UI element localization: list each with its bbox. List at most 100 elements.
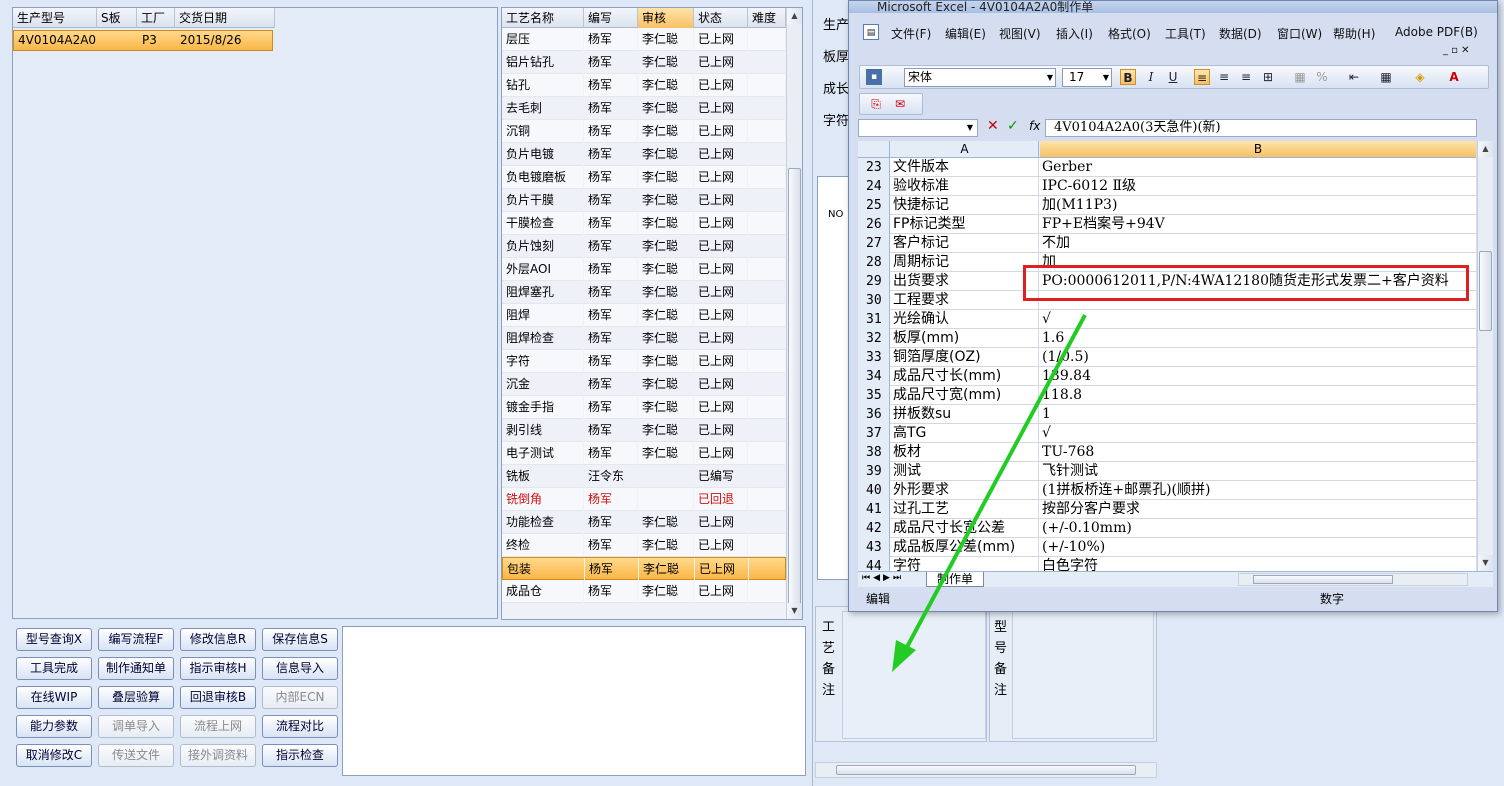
table-row[interactable]: 负电镀磨板 杨军 李仁聪 已上网 xyxy=(502,166,786,189)
table-row[interactable]: 成品仓 杨军 李仁聪 已上网 xyxy=(502,580,786,603)
row-number[interactable]: 26 xyxy=(858,215,890,234)
action-button[interactable]: 内部ECN xyxy=(262,686,338,709)
table-row[interactable]: 24 验收标准 IPC-6012 Ⅱ级 xyxy=(858,177,1476,196)
cell-b[interactable]: 按部分客户要求 xyxy=(1040,500,1476,519)
cell-a[interactable]: FP标记类型 xyxy=(891,215,1039,234)
thumb[interactable] xyxy=(1253,575,1393,584)
restore-icon[interactable]: _ ▫ ✕ xyxy=(1443,45,1470,56)
menu-adobe-pdf[interactable]: Adobe PDF(B) xyxy=(1395,25,1478,39)
align-right-icon[interactable]: ≡ xyxy=(1238,69,1254,85)
align-left-icon[interactable]: ≡ xyxy=(1194,69,1210,85)
row-number[interactable]: 29 xyxy=(858,272,890,291)
table-row[interactable]: 阻焊塞孔 杨军 李仁聪 已上网 xyxy=(502,281,786,304)
action-button[interactable]: 取消修改C xyxy=(16,744,92,767)
currency-icon[interactable]: ▦ xyxy=(1292,69,1308,85)
excel-hscroll[interactable] xyxy=(1238,573,1468,586)
col-process-name[interactable]: 工艺名称 xyxy=(502,8,584,28)
table-row[interactable]: 26 FP标记类型 FP+E档案号+94V xyxy=(858,215,1476,234)
cell-b[interactable]: TU-768 xyxy=(1040,443,1476,462)
row-number[interactable]: 25 xyxy=(858,196,890,215)
table-row[interactable]: 镀金手指 杨军 李仁聪 已上网 xyxy=(502,396,786,419)
fill-color-icon[interactable]: ◈ xyxy=(1412,69,1428,85)
align-center-icon[interactable]: ≡ xyxy=(1216,69,1232,85)
process-scrollbar[interactable]: ▲ ▼ xyxy=(786,8,802,619)
menu-tools[interactable]: 工具(T) xyxy=(1165,25,1206,42)
col-reviewer[interactable]: 审核 xyxy=(638,8,694,28)
font-color-icon[interactable]: A xyxy=(1446,69,1462,85)
cancel-icon[interactable]: ✕ xyxy=(987,118,999,134)
action-button[interactable]: 指示审核H xyxy=(180,657,256,680)
table-row[interactable]: 功能检查 杨军 李仁聪 已上网 xyxy=(502,511,786,534)
excel-doc-icon[interactable]: ▤ xyxy=(863,24,879,40)
confirm-icon[interactable]: ✓ xyxy=(1007,118,1019,134)
cell-b[interactable]: 1.6 xyxy=(1040,329,1476,348)
col-s-board[interactable]: S板 xyxy=(97,8,137,28)
cell-b[interactable]: √ xyxy=(1040,424,1476,443)
italic-icon[interactable]: I xyxy=(1143,69,1159,85)
cell-a[interactable]: 快捷标记 xyxy=(891,196,1039,215)
excel-title-bar[interactable]: Microsoft Excel - 4V0104A2A0制作单 xyxy=(849,1,1497,13)
table-row[interactable]: 外层AOI 杨军 李仁聪 已上网 xyxy=(502,258,786,281)
right-hscroll[interactable] xyxy=(815,762,1157,778)
action-button[interactable]: 型号查询X xyxy=(16,628,92,651)
row-number[interactable]: 24 xyxy=(858,177,890,196)
menu-view[interactable]: 视图(V) xyxy=(999,25,1041,42)
table-row[interactable]: 负片电镀 杨军 李仁聪 已上网 xyxy=(502,143,786,166)
table-row[interactable]: 包装 杨军 李仁聪 已上网 xyxy=(502,557,787,581)
action-button[interactable]: 编写流程F xyxy=(98,628,174,651)
table-row[interactable]: 27 客户标记 不加 xyxy=(858,234,1476,253)
action-button[interactable]: 指示检查 xyxy=(262,744,338,767)
menu-insert[interactable]: 插入(I) xyxy=(1056,25,1093,42)
bold-icon[interactable]: B xyxy=(1120,69,1136,85)
table-row[interactable]: 阻焊检查 杨军 李仁聪 已上网 xyxy=(502,327,786,350)
action-button[interactable]: 流程对比 xyxy=(262,715,338,738)
cell-b[interactable]: (1拼板桥连+邮票孔)(顺拼) xyxy=(1040,481,1476,500)
font-size-select[interactable]: 17 ▼ xyxy=(1062,68,1112,87)
column-a-header[interactable]: A xyxy=(891,141,1039,157)
cell-b[interactable]: 白色字符 xyxy=(1040,557,1476,571)
table-row[interactable]: 剥引线 杨军 李仁聪 已上网 xyxy=(502,419,786,442)
borders-icon[interactable]: ▦ xyxy=(1378,69,1394,85)
excel-vscroll[interactable]: ▲ ▼ xyxy=(1477,141,1493,571)
col-difficulty[interactable]: 难度 xyxy=(748,8,786,28)
table-row[interactable]: 阻焊 杨军 李仁聪 已上网 xyxy=(502,304,786,327)
cell-b[interactable]: FP+E档案号+94V xyxy=(1040,215,1476,234)
cell-b[interactable]: 不加 xyxy=(1040,234,1476,253)
action-button[interactable]: 接外调资料 xyxy=(180,744,256,767)
underline-icon[interactable]: U xyxy=(1165,69,1181,85)
pdf-mail-icon[interactable]: ✉ xyxy=(892,96,908,112)
col-status[interactable]: 状态 xyxy=(694,8,748,28)
table-row[interactable]: 4V0104A2A0 P3 2015/8/26 xyxy=(13,30,273,51)
table-row[interactable]: 字符 杨军 李仁聪 已上网 xyxy=(502,350,786,373)
function-icon[interactable]: fx xyxy=(1029,119,1040,133)
menu-help[interactable]: 帮助(H) xyxy=(1333,25,1375,42)
menu-window[interactable]: 窗口(W) xyxy=(1277,25,1322,42)
menu-data[interactable]: 数据(D) xyxy=(1219,25,1262,42)
scroll-up-icon[interactable]: ▲ xyxy=(1478,141,1493,157)
action-button[interactable]: 能力参数 xyxy=(16,715,92,738)
col-writer[interactable]: 编写 xyxy=(584,8,638,28)
table-row[interactable]: 负片干膜 杨军 李仁聪 已上网 xyxy=(502,189,786,212)
scroll-thumb[interactable] xyxy=(1479,251,1492,331)
table-row[interactable]: 终检 杨军 李仁聪 已上网 xyxy=(502,534,786,557)
name-box[interactable]: ▼ xyxy=(858,119,978,137)
save-icon[interactable]: ▪ xyxy=(866,69,882,85)
cell-a[interactable]: 周期标记 xyxy=(891,253,1039,272)
action-button[interactable]: 在线WIP xyxy=(16,686,92,709)
table-row[interactable]: 干膜检查 杨军 李仁聪 已上网 xyxy=(502,212,786,235)
scroll-thumb[interactable] xyxy=(788,168,801,608)
action-button[interactable]: 修改信息R xyxy=(180,628,256,651)
scroll-down-icon[interactable]: ▼ xyxy=(787,603,802,619)
table-row[interactable]: 钻孔 杨军 李仁聪 已上网 xyxy=(502,74,786,97)
menu-file[interactable]: 文件(F) xyxy=(891,25,931,42)
col-delivery-date[interactable]: 交货日期 xyxy=(175,8,275,28)
percent-icon[interactable]: % xyxy=(1314,69,1330,85)
action-button[interactable]: 回退审核B xyxy=(180,686,256,709)
cell-b[interactable]: (+/-0.10mm) xyxy=(1040,519,1476,538)
indent-icon[interactable]: ⇤ xyxy=(1346,69,1362,85)
scroll-up-icon[interactable]: ▲ xyxy=(787,8,802,24)
action-button[interactable]: 传送文件 xyxy=(98,744,174,767)
table-row[interactable]: 铣倒角 杨军 已回退 xyxy=(502,488,786,511)
row-number[interactable]: 23 xyxy=(858,158,890,177)
cell-a[interactable]: 文件版本 xyxy=(891,158,1039,177)
